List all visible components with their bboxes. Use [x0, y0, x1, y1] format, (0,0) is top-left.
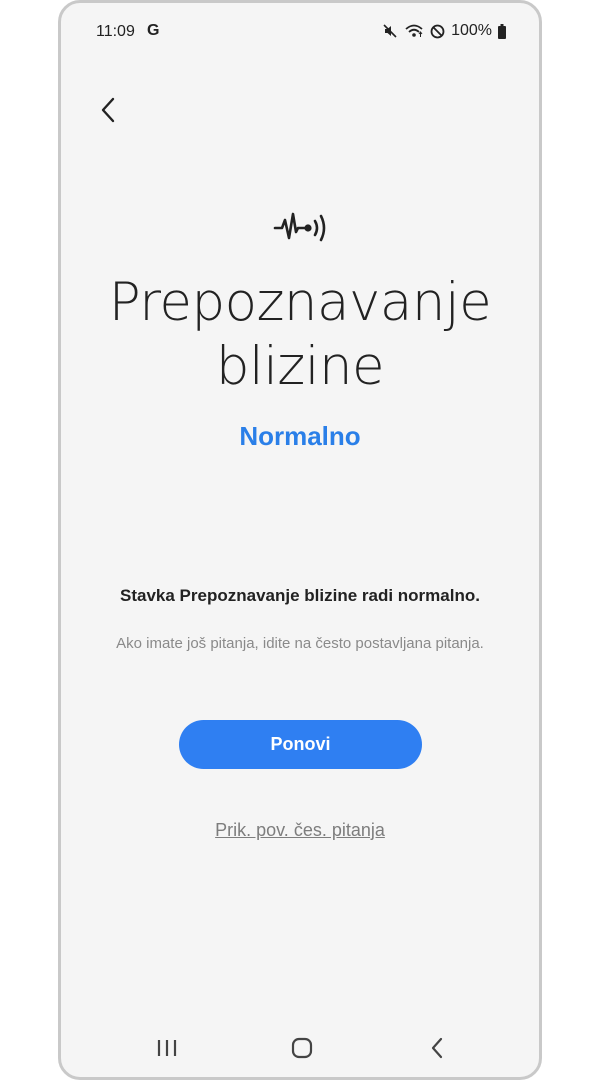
- nav-back-button[interactable]: [422, 1033, 452, 1063]
- home-button[interactable]: [287, 1033, 317, 1063]
- recents-button[interactable]: [152, 1033, 182, 1063]
- back-button[interactable]: [93, 95, 123, 125]
- status-bar: 11:09 G 100%: [61, 3, 539, 63]
- wifi-icon: [404, 23, 424, 39]
- status-time: 11:09: [96, 23, 135, 40]
- battery-percent: 100%: [451, 22, 492, 39]
- retry-button[interactable]: Ponovi: [179, 720, 422, 769]
- page-title: Prepoznavanje blizine: [108, 272, 492, 397]
- battery-icon: [498, 23, 506, 39]
- result-message: Stavka Prepoznavanje blizine radi normal…: [120, 586, 480, 605]
- recents-icon: [157, 1040, 177, 1056]
- phone-frame: 11:09 G 100% Prepoznavanje blizine Norma…: [58, 0, 542, 1080]
- back-icon: [431, 1037, 443, 1059]
- google-logo-icon: G: [147, 22, 160, 39]
- navigation-bar: [61, 1017, 539, 1077]
- mute-icon: [382, 23, 398, 39]
- home-icon: [291, 1037, 313, 1059]
- faq-link[interactable]: Prik. pov. čes. pitanja: [61, 820, 539, 841]
- status-icons: 100%: [382, 22, 506, 40]
- chevron-left-icon: [101, 97, 115, 123]
- proximity-sensor-icon: [273, 212, 326, 242]
- status-value: Normalno: [239, 421, 361, 451]
- help-text: Ako imate još pitanja, idite na često po…: [116, 635, 484, 652]
- do-not-disturb-icon: [430, 24, 445, 39]
